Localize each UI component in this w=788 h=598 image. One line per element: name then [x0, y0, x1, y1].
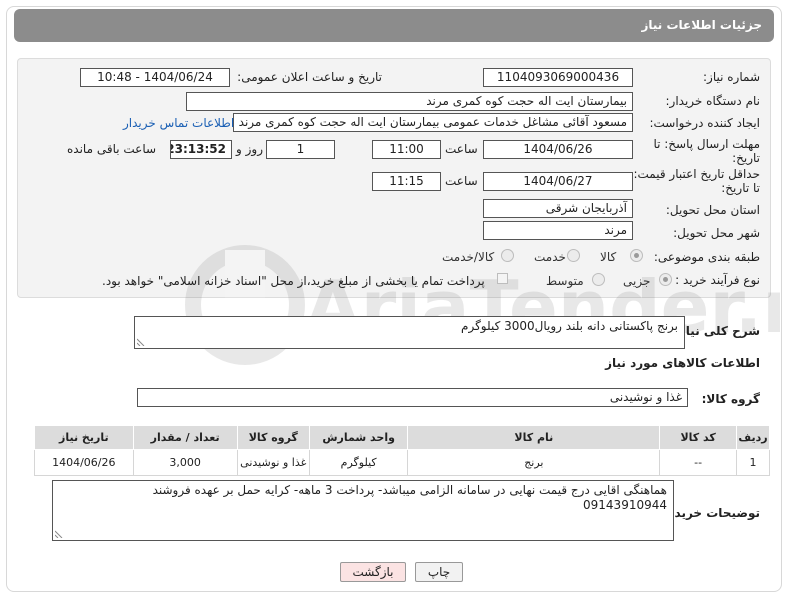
- requester-field[interactable]: مسعود آقائی مشاغل خدمات عمومی بیمارستان …: [233, 113, 633, 132]
- reply-time-field[interactable]: 11:00: [372, 140, 441, 159]
- buyer-notes-line-1: هماهنگی اقایی درج قیمت نهایی در سامانه ا…: [152, 483, 667, 497]
- province-label: استان محل تحویل:: [665, 203, 760, 217]
- purchase-radio-medium[interactable]: [592, 273, 605, 286]
- col-header-quantity: تعداد / مقدار: [132, 425, 238, 450]
- description-text: برنج پاکستانی دانه بلند رویال3000 کیلوگر…: [461, 319, 678, 333]
- buyer-org-label: نام دستگاه خریدار:: [665, 94, 761, 108]
- back-button[interactable]: بازگشت: [340, 562, 406, 582]
- price-validity-label-1: حداقل تاریخ اعتبار قیمت:: [633, 167, 760, 181]
- reply-days-label: روز و: [236, 142, 263, 156]
- announce-datetime-field[interactable]: 1404/06/24 - 10:48: [80, 68, 230, 87]
- goods-section-title: اطلاعات کالاهای مورد نیاز: [605, 356, 760, 370]
- resize-grip-icon[interactable]: [137, 338, 145, 346]
- cell-row-number: 1: [735, 449, 771, 476]
- goods-group-field[interactable]: غذا و نوشیدنی: [137, 388, 688, 407]
- goods-table: ردیف کد کالا نام کالا واحد شمارش گروه کا…: [34, 425, 771, 476]
- price-validity-time-label: ساعت: [445, 174, 478, 188]
- reply-deadline-label-1: مهلت ارسال پاسخ: تا: [653, 137, 760, 151]
- cell-need-date: 1404/06/26: [34, 449, 134, 476]
- province-field[interactable]: آذربایجان شرقی: [483, 199, 633, 218]
- category-option-goods-service: کالا/خدمت: [442, 250, 495, 264]
- print-button[interactable]: چاپ: [415, 562, 463, 582]
- description-textarea[interactable]: برنج پاکستانی دانه بلند رویال3000 کیلوگر…: [134, 316, 685, 349]
- category-radio-service[interactable]: [567, 249, 580, 262]
- remaining-time-label: ساعت باقی مانده: [67, 142, 157, 156]
- announce-datetime-label: تاریخ و ساعت اعلان عمومی:: [237, 70, 382, 84]
- col-header-unit: واحد شمارش: [308, 425, 409, 450]
- buyer-contact-link[interactable]: اطلاعات تماس خریدار: [123, 116, 234, 130]
- purchase-radio-partial[interactable]: [659, 273, 672, 286]
- requester-label: ایجاد کننده درخواست:: [649, 116, 760, 130]
- reply-time-label: ساعت: [445, 142, 478, 156]
- treasury-payment-checkbox[interactable]: [497, 273, 508, 284]
- description-label: شرح کلی نیاز:: [674, 324, 760, 338]
- category-option-service: خدمت: [534, 250, 566, 264]
- buyer-org-field[interactable]: بیمارستان ایت اله حجت کوه کمری مرند: [186, 92, 633, 111]
- city-label: شهر محل تحویل:: [673, 226, 760, 240]
- buyer-notes-textarea[interactable]: هماهنگی اقایی درج قیمت نهایی در سامانه ا…: [52, 480, 674, 541]
- purchase-type-label: نوع فرآیند خرید :: [675, 273, 760, 287]
- resize-grip-icon[interactable]: [55, 530, 63, 538]
- need-number-field[interactable]: 1104093069000436: [483, 68, 633, 87]
- category-label: طبقه بندی موضوعی:: [653, 250, 760, 264]
- remaining-time-field: 23:13:52: [170, 140, 232, 159]
- buyer-notes-line-2: 09143910944: [583, 498, 667, 512]
- category-radio-goods[interactable]: [630, 249, 643, 262]
- cell-unit: کیلوگرم: [308, 449, 409, 476]
- goods-table-header: ردیف کد کالا نام کالا واحد شمارش گروه کا…: [34, 425, 771, 450]
- reply-date-field[interactable]: 1404/06/26: [483, 140, 633, 159]
- cell-item-code: --: [659, 449, 737, 476]
- category-radio-goods-service[interactable]: [501, 249, 514, 262]
- col-header-need-date: تاریخ نیاز: [34, 425, 134, 450]
- purchase-option-medium: متوسط: [546, 274, 584, 288]
- col-header-item-code: کد کالا: [659, 425, 737, 450]
- reply-deadline-label-2: تاریخ:: [732, 151, 760, 165]
- table-row[interactable]: 1 -- برنج کیلوگرم غذا و نوشیدنی 3,000 14…: [34, 449, 771, 476]
- cell-quantity: 3,000: [132, 449, 238, 476]
- price-validity-time-field[interactable]: 11:15: [372, 172, 441, 191]
- category-option-goods: کالا: [600, 250, 617, 264]
- city-field[interactable]: مرند: [483, 221, 633, 240]
- cell-item-name: برنج: [407, 449, 661, 476]
- col-header-item-group: گروه کالا: [236, 425, 310, 450]
- col-header-item-name: نام کالا: [407, 425, 661, 450]
- col-header-row-number: ردیف: [735, 425, 771, 450]
- treasury-payment-note: پرداخت تمام یا بخشی از مبلغ خرید،از محل …: [102, 274, 485, 288]
- page-header: جزئیات اطلاعات نیاز: [14, 9, 774, 42]
- reply-days-field[interactable]: 1: [266, 140, 335, 159]
- cell-item-group: غذا و نوشیدنی: [236, 449, 310, 476]
- price-validity-date-field[interactable]: 1404/06/27: [483, 172, 633, 191]
- purchase-option-partial: جزیی: [623, 274, 651, 288]
- goods-group-label: گروه کالا:: [701, 392, 760, 406]
- price-validity-label-2: تا تاریخ:: [721, 181, 760, 195]
- need-number-label: شماره نیاز:: [703, 70, 760, 84]
